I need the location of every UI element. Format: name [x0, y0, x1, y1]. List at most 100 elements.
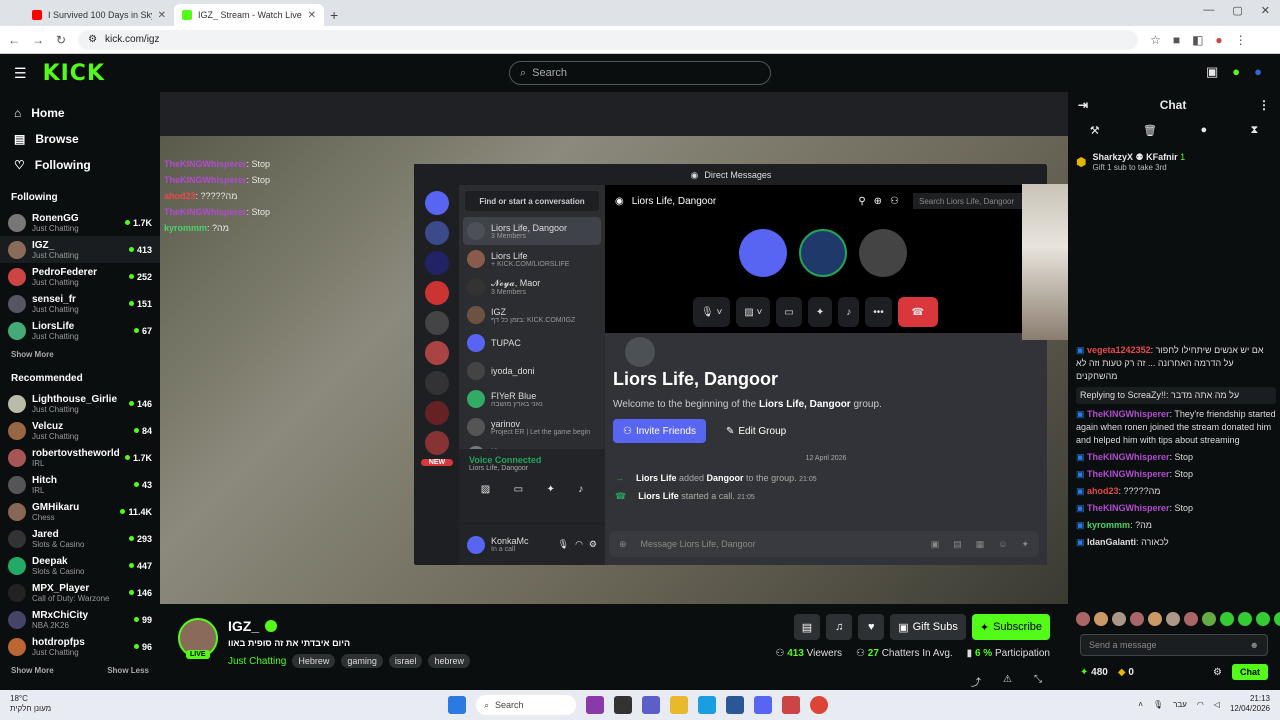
sidebar-channel[interactable]: Lighthouse_Girlie Just Chatting 146: [0, 390, 160, 417]
file-explorer-icon[interactable]: [670, 696, 688, 714]
extensions-puzzle-icon[interactable]: ◧: [1192, 33, 1203, 47]
sidebar-channel[interactable]: Jared Slots & Casino 293: [0, 525, 160, 552]
hang-up-button[interactable]: ☎: [897, 297, 938, 327]
members-icon[interactable]: ⚇: [890, 196, 899, 207]
kick-points-icon[interactable]: ●: [1232, 64, 1240, 80]
trash-icon[interactable]: 🗑: [1143, 124, 1157, 137]
sidebar-channel[interactable]: sensei_fr Just Chatting 151: [0, 290, 160, 317]
task-view-icon[interactable]: [614, 696, 632, 714]
server-icon[interactable]: [425, 341, 449, 365]
dm-item[interactable]: yarinov Project ER | Let the game begin: [459, 413, 605, 441]
search-input[interactable]: ⌕ Search: [509, 61, 771, 85]
share-icon[interactable]: ⤴: [971, 674, 981, 689]
camera-toggle[interactable]: ▨ ˅: [736, 297, 771, 327]
sticker-icon[interactable]: ▦: [976, 539, 985, 550]
user-avatar[interactable]: ●: [1254, 64, 1262, 80]
new-tab-button[interactable]: +: [330, 7, 338, 23]
chat-settings-icon[interactable]: ⚙: [1213, 667, 1222, 678]
chat-bubble-icon[interactable]: ●: [1200, 124, 1207, 137]
close-icon[interactable]: ✕: [308, 10, 316, 21]
sidebar-channel[interactable]: Deepak Slots & Casino 447: [0, 552, 160, 579]
tag[interactable]: israel: [388, 654, 423, 668]
show-more-link[interactable]: Show More: [11, 350, 54, 359]
tag[interactable]: gaming: [341, 654, 383, 668]
dm-item[interactable]: iyoda_doni: [459, 357, 605, 385]
show-less-link[interactable]: Show Less: [107, 666, 149, 675]
hourglass-icon[interactable]: ⧗: [1251, 124, 1259, 137]
activity-button[interactable]: ✦: [807, 297, 833, 327]
emote-icon[interactable]: [1094, 612, 1108, 626]
gift-icon[interactable]: ▣: [931, 539, 940, 550]
volume-icon[interactable]: ◁: [1214, 700, 1220, 709]
mic-icon[interactable]: 🎙: [558, 539, 569, 550]
find-conversation-button[interactable]: Find or start a conversation: [465, 191, 599, 211]
tray-chevron-icon[interactable]: ˄: [1138, 700, 1143, 709]
soundboard-icon[interactable]: ♪: [578, 484, 583, 495]
sidebar-channel[interactable]: PedroFederer Just Chatting 252: [0, 263, 160, 290]
server-icon[interactable]: [425, 281, 449, 305]
sys-user[interactable]: Dangoor: [707, 473, 744, 483]
participant-avatar[interactable]: [739, 229, 787, 277]
dm-item[interactable]: IGZ בזמן כל דף: KICK.COM/IGZ: [459, 301, 605, 329]
dm-search-input[interactable]: Search Liors Life, Dangoor: [913, 193, 1037, 209]
dm-item[interactable]: Liors Life, Dangoor 3 Members: [463, 217, 601, 245]
add-member-icon[interactable]: ⊕: [874, 196, 882, 207]
server-icon[interactable]: [425, 221, 449, 245]
edge-icon[interactable]: [698, 696, 716, 714]
chat-username[interactable]: TheKINGWhisperer: [1087, 503, 1170, 513]
sidebar-channel[interactable]: IGZ_ Just Chatting 413: [0, 236, 160, 263]
inbox-icon[interactable]: ▣: [1206, 64, 1218, 80]
sidebar-channel[interactable]: RonenGG Just Chatting 1.7K: [0, 209, 160, 236]
kick-logo[interactable]: KICK: [43, 61, 105, 86]
pin-icon[interactable]: ⚲: [858, 196, 865, 207]
reload-icon[interactable]: ↻: [56, 33, 66, 47]
headset-icon[interactable]: ◠: [575, 539, 583, 550]
minimize-icon[interactable]: —: [1203, 4, 1214, 17]
stream-category[interactable]: Just Chatting: [228, 656, 286, 667]
nav-following[interactable]: ♡ Following: [0, 152, 160, 178]
chat-username[interactable]: vegeta1242352: [1087, 345, 1151, 355]
windows-start-icon[interactable]: [448, 696, 466, 714]
sys-user[interactable]: Liors Life: [636, 473, 677, 483]
settings-gear-icon[interactable]: ⚙: [589, 539, 597, 550]
emote-icon[interactable]: [1202, 612, 1216, 626]
sidebar-channel[interactable]: MRxChiCity NBA 2K26 99: [0, 606, 160, 633]
screen-share-button[interactable]: ▭: [776, 297, 802, 327]
soundboard-button[interactable]: ♪: [838, 297, 860, 327]
activities-icon[interactable]: ✦: [546, 484, 554, 495]
apps-icon[interactable]: ✦: [1021, 539, 1029, 550]
dm-item[interactable]: Liors Life + KICK.COM/LIORSLIFE: [459, 245, 605, 273]
emoji-icon[interactable]: ☻: [1250, 640, 1259, 650]
mic-toggle[interactable]: 🎙 ˅: [693, 297, 731, 327]
follow-heart-button[interactable]: ♥: [858, 614, 885, 640]
sidebar-channel[interactable]: hotdropfps Just Chatting 96: [0, 633, 160, 660]
theater-icon[interactable]: ⤡: [1034, 674, 1042, 689]
weather-widget[interactable]: 18°C מעונן חלקית: [10, 694, 51, 714]
store-icon[interactable]: [726, 696, 744, 714]
invite-friends-button[interactable]: ⚇ Invite Friends: [613, 419, 706, 443]
dm-item[interactable]: TUPAC: [459, 329, 605, 357]
dm-item[interactable]: FIYeR Blue נאני בארץ מושבה: [459, 385, 605, 413]
chat-username[interactable]: TheKINGWhisperer: [1087, 409, 1170, 419]
screen-share-icon[interactable]: ▭: [514, 484, 523, 495]
collapse-chat-icon[interactable]: ⇥: [1078, 98, 1088, 112]
nav-browse[interactable]: ▤ Browse: [0, 126, 160, 152]
url-field[interactable]: ⚙ kick.com/igz: [78, 29, 1139, 50]
chat-input[interactable]: Send a message ☻: [1080, 634, 1268, 656]
show-more-link[interactable]: Show More: [11, 666, 54, 675]
chat-username[interactable]: IdanGalanti: [1087, 537, 1136, 547]
emote-icon[interactable]: [1166, 612, 1180, 626]
hamburger-menu-icon[interactable]: ☰: [14, 65, 27, 82]
sidebar-channel[interactable]: robertovstheworld IRL 1.7K: [0, 444, 160, 471]
points-display[interactable]: ✦ 480: [1080, 667, 1108, 678]
maximize-icon[interactable]: ▢: [1232, 4, 1242, 17]
video-player[interactable]: TheKINGWhisperer: Stop TheKINGWhisperer: …: [160, 92, 1068, 604]
site-info-icon[interactable]: ⚙: [88, 34, 97, 45]
chrome-icon[interactable]: [810, 696, 828, 714]
emote-icon[interactable]: [1238, 612, 1252, 626]
sidebar-channel[interactable]: Hitch IRL 43: [0, 471, 160, 498]
close-icon[interactable]: ✕: [158, 10, 166, 21]
participant-avatar[interactable]: [859, 229, 907, 277]
sys-user[interactable]: Liors Life: [638, 491, 679, 501]
tag[interactable]: hebrew: [428, 654, 470, 668]
